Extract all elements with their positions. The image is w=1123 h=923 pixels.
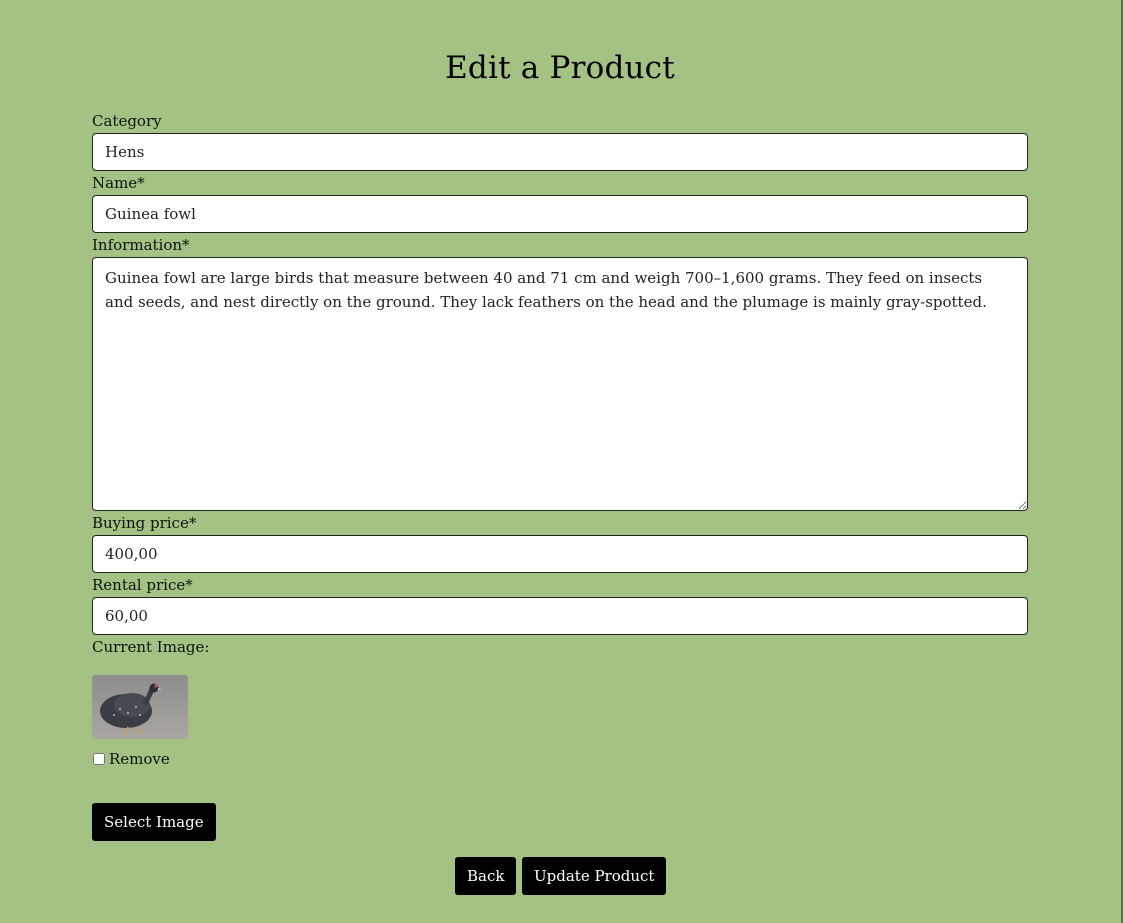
- category-label: Category: [92, 112, 162, 130]
- page-title: Edit a Product: [445, 50, 675, 86]
- remove-image-row: Remove: [92, 750, 170, 768]
- information-textarea[interactable]: Guinea fowl are large birds that measure…: [92, 257, 1028, 511]
- name-input[interactable]: [92, 195, 1028, 233]
- guinea-fowl-image: [92, 675, 188, 739]
- buying-price-label: Buying price*: [92, 514, 197, 532]
- information-label: Information*: [92, 236, 190, 254]
- category-input[interactable]: [92, 133, 1028, 171]
- current-image-thumbnail: [92, 675, 188, 739]
- rental-price-input[interactable]: [92, 597, 1028, 635]
- remove-image-checkbox[interactable]: [93, 753, 105, 765]
- buying-price-input[interactable]: [92, 535, 1028, 573]
- back-button[interactable]: Back: [455, 857, 517, 895]
- current-image-label: Current Image:: [92, 638, 210, 656]
- name-label: Name*: [92, 174, 145, 192]
- select-image-button[interactable]: Select Image: [92, 803, 216, 841]
- rental-price-label: Rental price*: [92, 576, 193, 594]
- update-product-button[interactable]: Update Product: [522, 857, 667, 895]
- remove-image-label: Remove: [109, 750, 170, 768]
